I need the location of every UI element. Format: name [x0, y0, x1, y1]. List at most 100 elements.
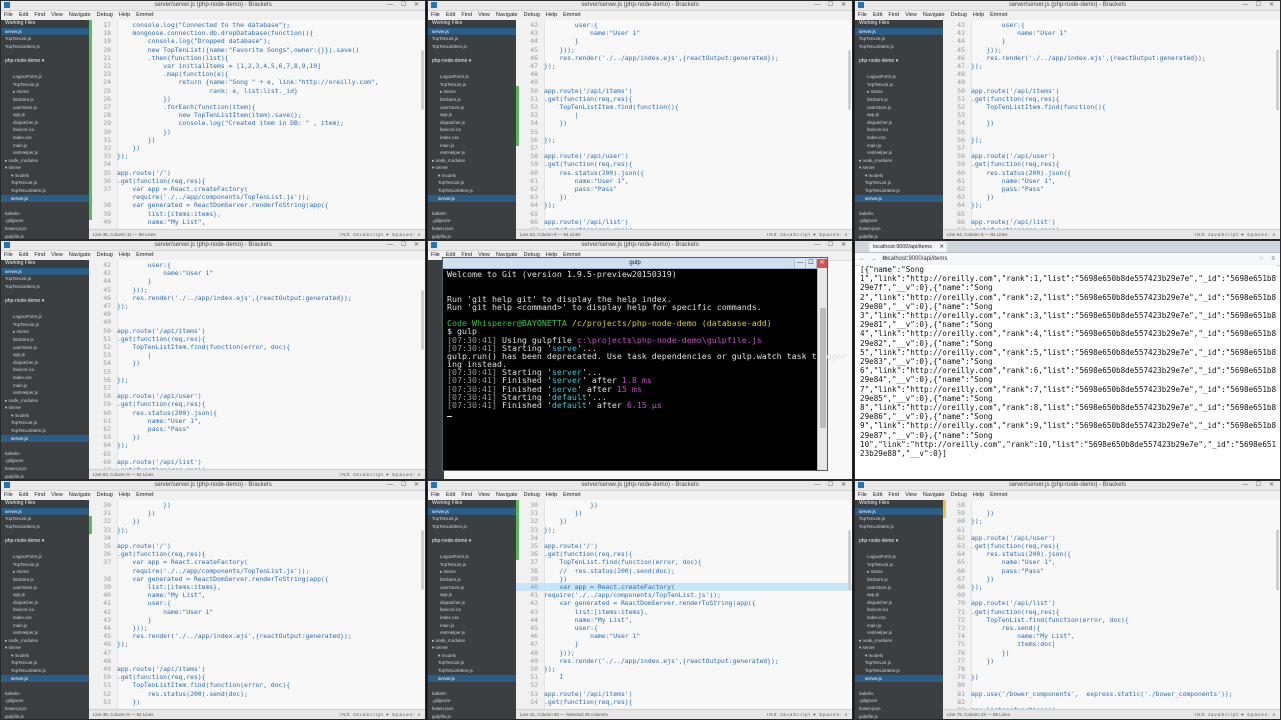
sidebar-file-item[interactable]: php-node-demo ▾ — [855, 538, 943, 546]
sidebar-file-item[interactable]: LogoutForm.js — [428, 73, 516, 81]
editor-scrollbar[interactable] — [848, 50, 851, 110]
sidebar-file-item[interactable]: ▾ server — [1, 164, 89, 172]
sidebar-file-item[interactable]: babelrc — [1, 210, 89, 218]
sidebar-file-item[interactable] — [428, 66, 516, 74]
sidebar-file-item[interactable]: main.js — [855, 622, 943, 630]
code-editor[interactable]: 30 }) 31 }) 32 }) 33}); 34 35 app.route('/') 36… — [89, 500, 425, 710]
browser-tab[interactable]: localhost:9000/api/items ✕ — [869, 242, 947, 252]
editor-scrollbar[interactable] — [848, 530, 851, 590]
code-line[interactable]: 66 pass:"Pass" — [943, 567, 1280, 575]
code-editor[interactable]: 58 59 }) 60}); 61 62 app.route('/api/user') 63… — [943, 500, 1280, 710]
editor-scrollbar[interactable] — [421, 290, 424, 350]
code-line[interactable]: 40 name:"My List", — [89, 591, 425, 599]
sidebar-file-item[interactable]: ▸ stores — [428, 568, 516, 576]
menu-item[interactable]: Help — [546, 12, 557, 18]
menu-item[interactable]: View — [51, 492, 63, 498]
code-line[interactable]: 47}); — [516, 62, 852, 70]
sidebar-file-item[interactable] — [1, 530, 89, 538]
nav-buttons[interactable]: ← → ⟳ — [859, 253, 889, 265]
code-line[interactable]: 71 .get(function(req,res){ — [943, 608, 1280, 616]
code-line[interactable]: 61 — [943, 526, 1280, 534]
code-line[interactable]: 59 .get(function(req,res){ — [943, 160, 1280, 168]
sidebar-file-item[interactable]: userStore.js — [428, 584, 516, 592]
window-controls[interactable]: — ☐ ✕ — [814, 1, 849, 10]
sidebar-file-item[interactable]: dispatcher.js — [428, 599, 516, 607]
code-line[interactable]: 63 .get(function(req,res){ — [943, 542, 1280, 550]
sidebar-file-item[interactable]: ▾ server — [855, 164, 943, 172]
menu-item[interactable]: View — [51, 252, 63, 258]
code-line[interactable]: 32 }) — [89, 144, 425, 152]
menu-item[interactable]: Find — [461, 12, 472, 18]
sidebar-file-item[interactable]: ▾ models — [1, 412, 89, 420]
sidebar-file-item[interactable] — [428, 530, 516, 538]
code-line[interactable]: 58 app.route('/api/user') — [89, 392, 425, 400]
code-line[interactable]: 26 }) — [89, 95, 425, 103]
menu-item[interactable]: Find — [34, 252, 45, 258]
sidebar-file-item[interactable]: .gitignore — [1, 217, 89, 225]
sidebar-file-item[interactable]: TopTenListItem.js — [428, 187, 516, 195]
code-line[interactable]: 45 })); — [516, 46, 852, 54]
code-line[interactable]: 79}) — [943, 673, 1280, 681]
sidebar-file-item[interactable] — [1, 202, 89, 210]
sidebar-file-item[interactable]: Working Files — [855, 20, 943, 28]
sidebar-file-item[interactable]: listStore.js — [1, 576, 89, 584]
menu-item[interactable]: Emmet — [136, 12, 153, 18]
code-line[interactable]: 49 — [89, 318, 425, 326]
sidebar-file-item[interactable]: Working Files — [1, 260, 89, 268]
sidebar-file-item[interactable]: ▾ server — [855, 644, 943, 652]
code-line[interactable]: 50}); — [516, 665, 852, 673]
terminal-scrollbar[interactable] — [817, 268, 827, 470]
sidebar-file-item[interactable]: server.js — [1, 194, 89, 203]
sidebar-file-item[interactable]: TopTenListItem.js — [855, 667, 943, 675]
code-line[interactable]: 34 — [89, 160, 425, 168]
menu-item[interactable]: Emmet — [990, 12, 1007, 18]
sidebar-file-item[interactable]: php-node-demo ▾ — [428, 538, 516, 546]
window-controls[interactable]: — ☐ ✕ — [1242, 481, 1277, 490]
code-line[interactable]: 33}); — [89, 152, 425, 160]
menu-item[interactable]: View — [51, 12, 63, 18]
sidebar-file-item[interactable]: app.js — [855, 111, 943, 119]
menu-file[interactable]: File — [431, 252, 440, 258]
code-line[interactable]: 50 app.route('/api/items') — [516, 87, 852, 95]
sidebar-file-item[interactable]: main.js — [1, 622, 89, 630]
sidebar-file-item[interactable]: TopTenList.js — [855, 515, 943, 523]
sidebar-file-item[interactable]: TopTenListItem.js — [855, 43, 943, 51]
sidebar-file-item[interactable]: restHelper.js — [855, 629, 943, 637]
sidebar-file-item[interactable]: favicon.ico — [1, 366, 89, 374]
code-line[interactable]: 41 require('./../app/components/TopTenLis… — [516, 591, 852, 599]
sidebar-file-item[interactable] — [855, 202, 943, 210]
sidebar-file-item[interactable]: TopTenList.js — [1, 81, 89, 89]
code-line[interactable]: 44 })); — [89, 624, 425, 632]
sidebar-file-item[interactable]: server.js — [428, 194, 516, 203]
sidebar-file-item[interactable]: TopTenList.js — [1, 561, 89, 569]
code-line[interactable]: 75 items:doc| — [943, 640, 1280, 648]
code-line[interactable]: 43 name:"User 1" — [516, 29, 852, 37]
code-editor[interactable]: 17 console.log("Connected to the databas… — [89, 20, 425, 230]
code-line[interactable]: 31 }) — [516, 509, 852, 517]
code-line[interactable]: 59 }) — [943, 509, 1280, 517]
code-line[interactable]: 58 app.route('/api/user') — [943, 152, 1280, 160]
code-line[interactable]: 23 .map(function(e){ — [89, 70, 425, 78]
address-bar-url[interactable]: localhost:9000/api/items — [883, 256, 947, 262]
sidebar-file-item[interactable]: ▾ models — [855, 652, 943, 660]
window-controls[interactable]: — ☐ ✕ — [387, 241, 422, 250]
code-line[interactable]: 43 } — [89, 616, 425, 624]
code-line[interactable]: 52 TopTenListItem.find(function(error, d… — [89, 343, 425, 351]
sidebar-file-item[interactable]: TopTenList.js — [428, 35, 516, 43]
editor-scrollbar[interactable] — [1276, 530, 1279, 590]
sidebar-file-item[interactable]: app.js — [1, 351, 89, 359]
sidebar-file-item[interactable]: LogoutForm.js — [1, 553, 89, 561]
code-line[interactable]: 53 }) — [89, 698, 425, 706]
code-line[interactable]: 53 | — [89, 351, 425, 359]
sidebar-file-item[interactable]: dispatcher.js — [1, 119, 89, 127]
code-line[interactable]: 73 res.send({ — [943, 624, 1280, 632]
sidebar-file-item[interactable]: TopTenListItem.js — [855, 523, 943, 531]
code-line[interactable]: 60 res.status(200).json({ — [516, 169, 852, 177]
code-line[interactable]: 52 — [516, 681, 852, 689]
sidebar-file-item[interactable]: TopTenListItem.js — [1, 43, 89, 51]
code-line[interactable]: 48 })); — [516, 649, 852, 657]
sidebar-file-item[interactable] — [1, 442, 89, 450]
sidebar-file-item[interactable]: .gitignore — [855, 217, 943, 225]
code-line[interactable]: 66 app.route('/api/list') — [943, 218, 1280, 226]
menu-item[interactable]: Help — [973, 492, 984, 498]
